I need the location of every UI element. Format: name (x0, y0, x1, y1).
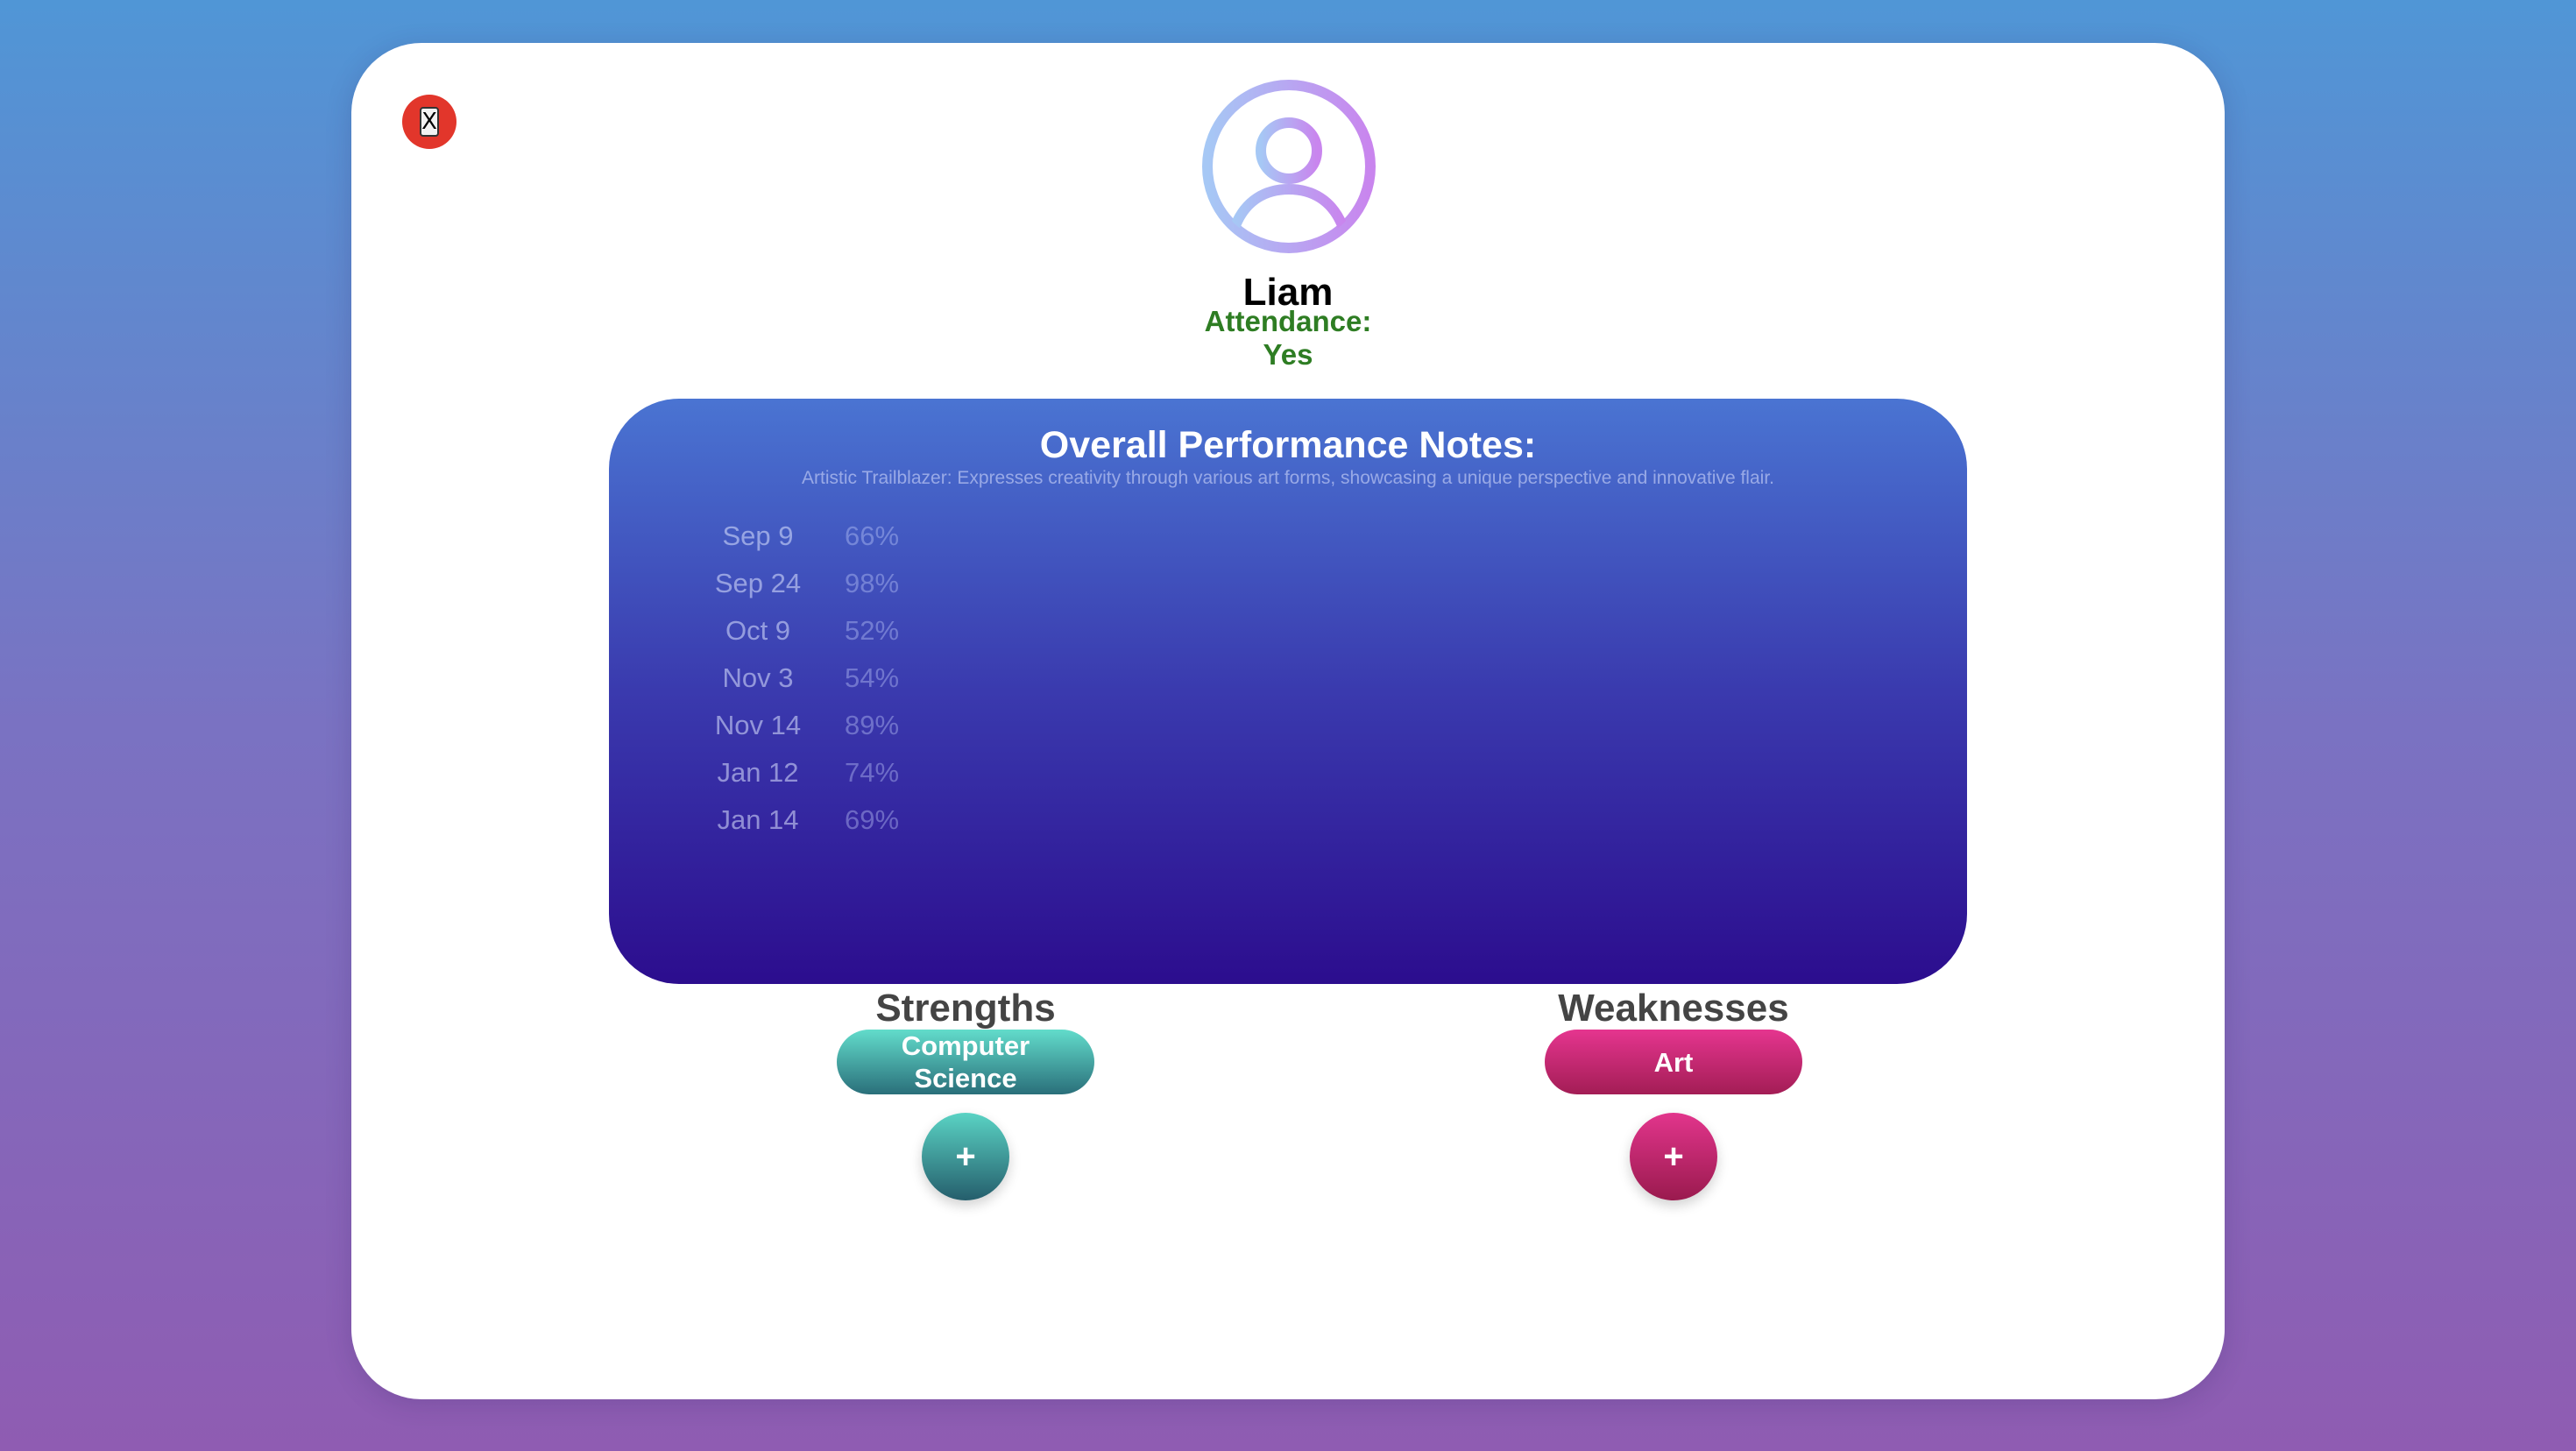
add-weakness-button[interactable]: + (1630, 1113, 1717, 1200)
performance-notes: Artistic Trailblazer: Expresses creativi… (801, 468, 1774, 488)
record-score: 74% (844, 757, 900, 788)
record-date: Sep 24 (714, 568, 802, 598)
user-circle-icon (1202, 80, 1376, 253)
strengths-title: Strengths (875, 987, 1056, 1030)
record-date: Oct 9 (725, 615, 791, 646)
record-date: Jan 14 (717, 804, 799, 835)
performance-records: Sep 9 66% Sep 24 98% Oct 9 52% Nov 3 54%… (697, 513, 924, 844)
weakness-tag[interactable]: Art (1545, 1030, 1802, 1094)
close-button[interactable]: X (402, 95, 456, 149)
table-row: Nov 3 54% (697, 655, 924, 702)
table-row: Jan 12 74% (697, 749, 924, 796)
performance-panel: Overall Performance Notes: Artistic Trai… (609, 399, 1967, 984)
record-score: 66% (844, 520, 900, 551)
record-score: 69% (844, 804, 900, 835)
table-row: Oct 9 52% (697, 607, 924, 655)
attendance-status: Attendance: Yes (1113, 305, 1463, 372)
table-row: Sep 24 98% (697, 560, 924, 607)
attendance-label: Attendance: (1204, 305, 1372, 337)
record-date: Jan 12 (717, 757, 799, 788)
add-strength-button[interactable]: + (922, 1113, 1009, 1200)
table-row: Jan 14 69% (697, 796, 924, 844)
record-date: Nov 3 (722, 662, 794, 693)
table-row: Sep 9 66% (697, 513, 924, 560)
record-score: 52% (844, 615, 900, 646)
attendance-value: Yes (1263, 338, 1313, 371)
close-icon: X (420, 107, 439, 137)
plus-icon: + (955, 1136, 976, 1176)
table-row: Nov 14 89% (697, 702, 924, 749)
record-date: Nov 14 (714, 710, 802, 740)
plus-icon: + (1663, 1136, 1684, 1176)
record-score: 98% (844, 568, 900, 598)
record-score: 89% (844, 710, 900, 740)
record-score: 54% (844, 662, 900, 693)
performance-title: Overall Performance Notes: (1039, 424, 1537, 466)
strength-tag[interactable]: Computer Science (837, 1030, 1094, 1094)
weaknesses-title: Weaknesses (1558, 987, 1789, 1030)
record-date: Sep 9 (722, 520, 794, 551)
